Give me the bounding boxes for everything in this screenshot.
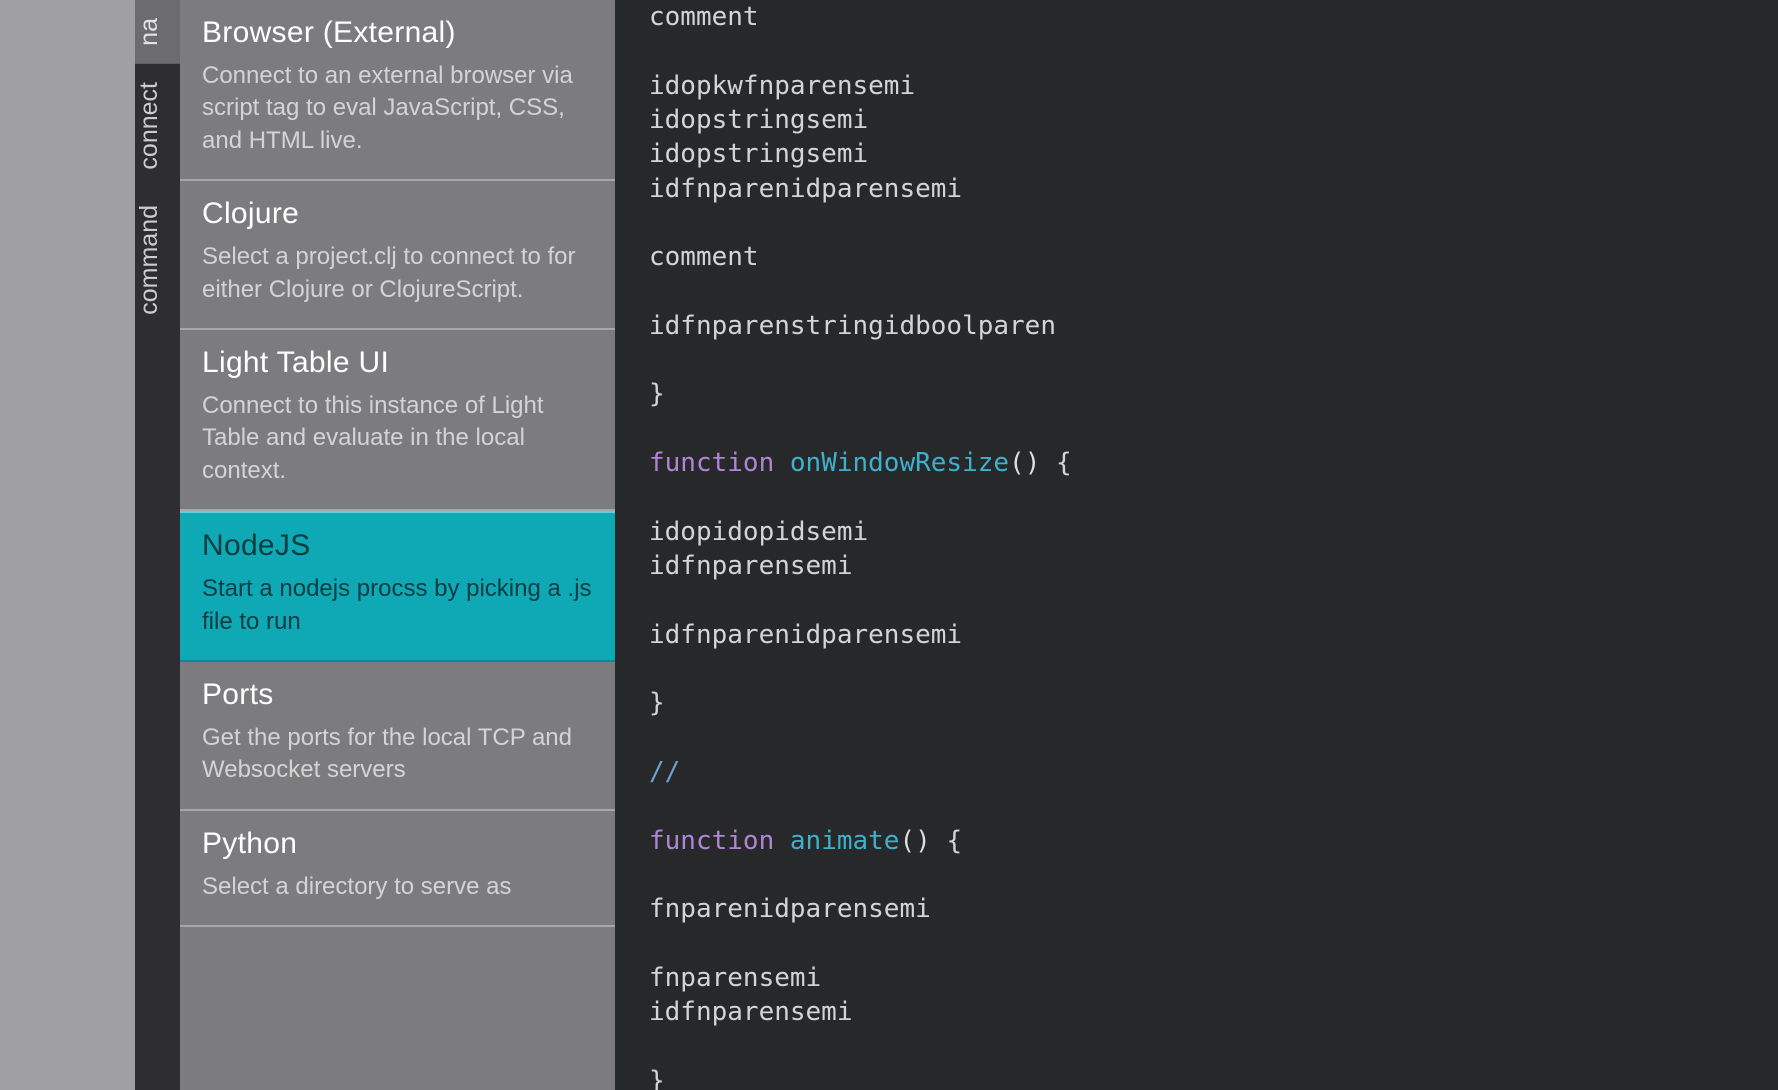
left-gutter	[0, 0, 135, 1090]
connect-item-python[interactable]: Python Select a directory to serve as	[180, 811, 615, 927]
connect-item-clojure[interactable]: Clojure Select a project.clj to connect …	[180, 181, 615, 330]
connect-item-title: NodeJS	[202, 529, 593, 563]
connect-item-title: Clojure	[202, 197, 593, 231]
connect-item-desc: Select a directory to serve as	[202, 871, 593, 903]
tab-command[interactable]: command	[135, 187, 180, 333]
connect-item-browser-external[interactable]: Browser (External) Connect to an externa…	[180, 0, 615, 181]
connect-item-title: Ports	[202, 678, 593, 712]
connect-item-title: Light Table UI	[202, 346, 593, 380]
connect-item-desc: Connect to this instance of Light Table …	[202, 390, 593, 487]
connect-panel: Browser (External) Connect to an externa…	[180, 0, 615, 1090]
connect-item-desc: Connect to an external browser via scrip…	[202, 60, 593, 157]
code-content: comment idopkwfnparensemi idopstringsemi…	[649, 0, 1778, 1090]
connect-item-nodejs[interactable]: NodeJS Start a nodejs procss by picking …	[180, 511, 615, 662]
tab-connect[interactable]: connect	[135, 64, 180, 188]
code-editor[interactable]: comment idopkwfnparensemi idopstringsemi…	[615, 0, 1778, 1090]
connect-item-ports[interactable]: Ports Get the ports for the local TCP an…	[180, 662, 615, 811]
connect-item-title: Browser (External)	[202, 16, 593, 50]
connect-item-light-table-ui[interactable]: Light Table UI Connect to this instance …	[180, 330, 615, 511]
connect-item-desc: Start a nodejs procss by picking a .js f…	[202, 573, 593, 638]
connect-item-desc: Get the ports for the local TCP and Webs…	[202, 722, 593, 787]
connect-item-title: Python	[202, 827, 593, 861]
tab-rail: na connect command	[135, 0, 180, 1090]
connect-item-desc: Select a project.clj to connect to for e…	[202, 241, 593, 306]
tab-nav[interactable]: na	[135, 0, 180, 64]
